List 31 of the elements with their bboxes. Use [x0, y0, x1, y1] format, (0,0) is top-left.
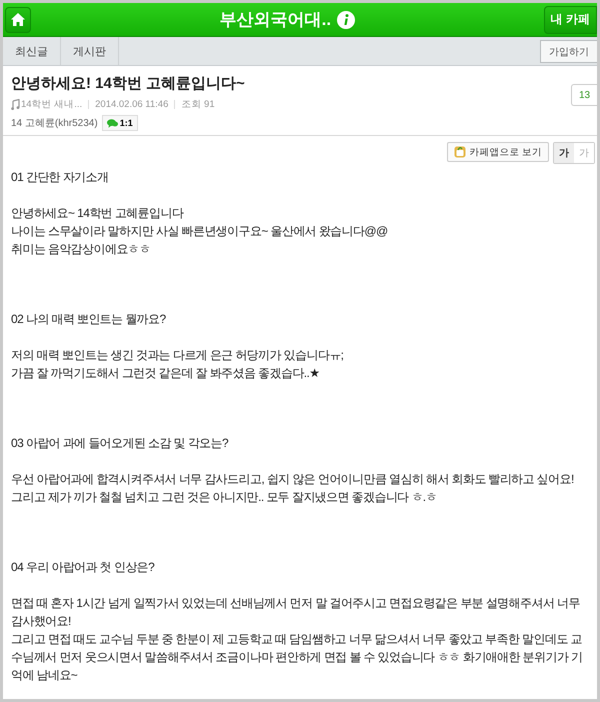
cafe-title: 부산외국어대..: [220, 9, 332, 31]
body-text: 나이는 스무살이라 말하지만 사실 빠른년생이구요~ 울산에서 왔습니다@@: [11, 223, 389, 240]
info-icon[interactable]: [337, 10, 356, 28]
tab[interactable]: 최신글: [3, 37, 61, 65]
comment-count-button[interactable]: 13: [571, 84, 597, 106]
body-text: 그리고 제가 끼가 철철 넘치고 그런 것은 아니지만.. 모두 잘지냈으면 좋겠습니다 ㅎ.ㅎ: [11, 489, 438, 506]
join-button[interactable]: 가입하기: [540, 40, 597, 63]
body-text: 안녕하세요~ 14학번 고혜륜입니다: [11, 205, 185, 222]
body-text: 우선 아랍어과에 합격시켜주셔서 너무 감사드리고, 쉽지 않은 언어이니만큼 열심히 해서 회화도 빨리하고 싶어요!: [11, 471, 575, 488]
post-title: 안녕하세요! 14학번 고혜륜입니다~: [11, 74, 245, 93]
section-heading: 04 우리 아랍어과 첫 인상은?: [11, 559, 156, 576]
body-text: 저의 매력 뽀인트는 생긴 것과는 다르게 은근 허당끼가 있습니다ㅠ;: [11, 347, 344, 364]
section-heading: 01 간단한 자기소개: [11, 169, 110, 186]
chat-button[interactable]: 1:1: [102, 115, 138, 131]
section-heading: 02 나의 매력 뽀인트는 뭘까요?: [11, 311, 167, 328]
body-text: 가끔 잘 까먹기도해서 그런것 같은데 잘 봐주셨음 좋겠습다..★: [11, 365, 320, 382]
post-date: 2014.02.06 11:46: [95, 99, 168, 110]
section-heading: 03 아랍어 과에 들어오게된 소감 및 각오는?: [11, 435, 230, 452]
view-count: 조회 91: [181, 98, 215, 111]
app-icon: [454, 146, 466, 158]
body-text: 취미는 음악감상이에요ㅎㅎ: [11, 241, 152, 258]
app-view-button[interactable]: 카페앱으로 보기: [447, 142, 549, 162]
home-icon: [10, 12, 26, 27]
tab[interactable]: 게시판: [61, 37, 119, 65]
body-text: 면접 때 혼자 1시간 넘게 일찍가서 있었는데 선배님께서 먼저 말 걸어주시고 면접요령같은 부분 설명해주셔서 너무 감사했어요!: [11, 595, 581, 630]
body-text: 그리고 면접 때도 교수님 두분 중 한분이 제 고등학교 때 담임쌤하고 너무 닮으셔서 너무 좋았고 부족한 말인데도 교수님께서 먼저 웃으시면서 말씀해주셔서 조금이나마 편안하게 면접 볼 수 있었습니다 ㅎㅎ 화기애애한 분위기가 기억에 남네요~: [11, 631, 584, 684]
speech-bubble-icon: [106, 118, 118, 128]
font-size-button[interactable]: 가: [554, 143, 574, 163]
author-name[interactable]: 14 고혜륜(khr5234): [11, 116, 98, 130]
music-note-icon: [11, 99, 20, 110]
home-button[interactable]: [5, 6, 31, 32]
